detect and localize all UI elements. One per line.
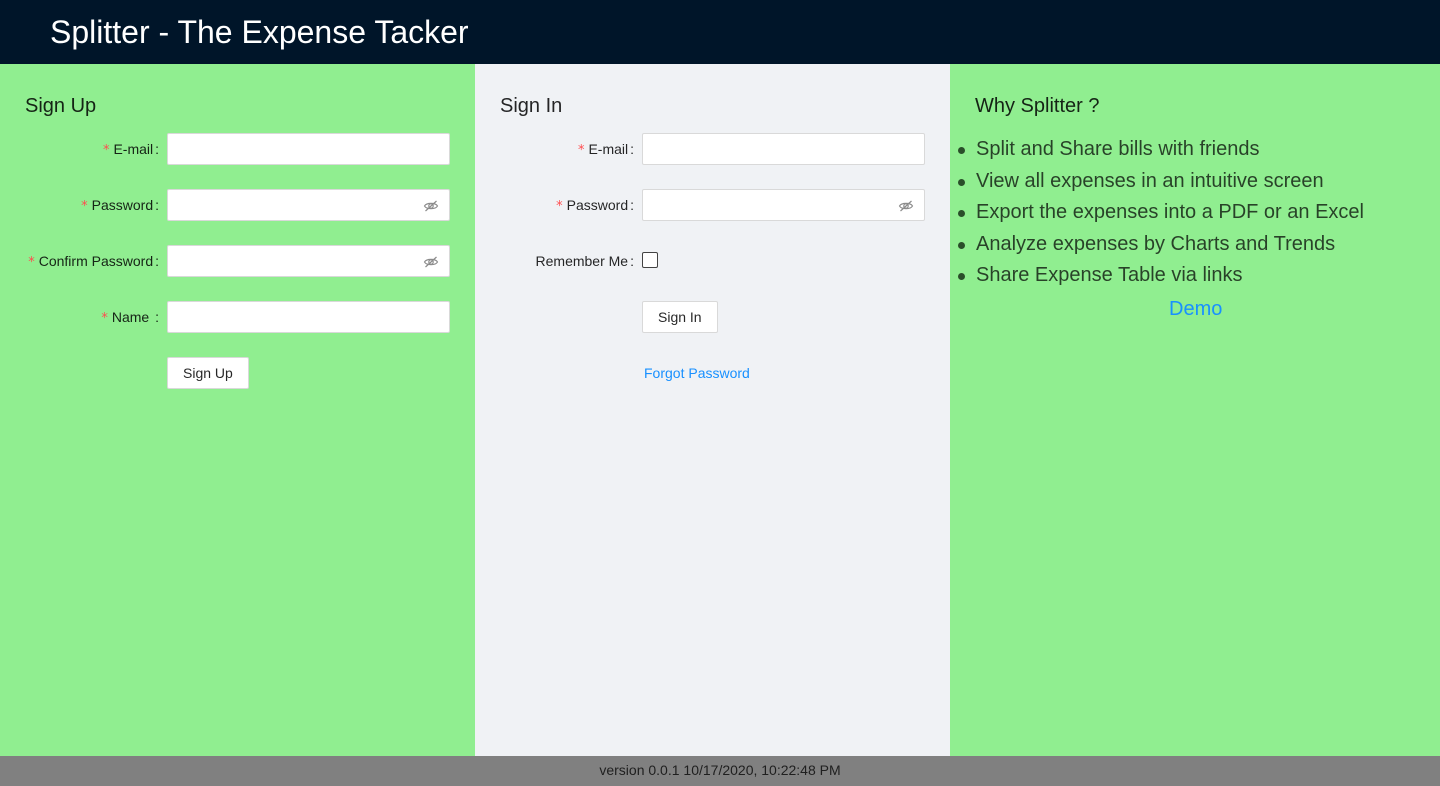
feature-text: View all expenses in an intuitive screen bbox=[976, 169, 1324, 192]
bullet-icon bbox=[958, 273, 965, 280]
signin-email-field[interactable] bbox=[642, 133, 925, 165]
bullet-icon bbox=[958, 147, 965, 154]
required-mark: * bbox=[28, 255, 35, 270]
signin-password-row: * Password: bbox=[475, 189, 950, 221]
bullet-icon bbox=[958, 210, 965, 217]
feature-text: Analyze expenses by Charts and Trends bbox=[976, 232, 1336, 255]
sign-in-button[interactable]: Sign In bbox=[642, 301, 718, 333]
signin-email-row: * E-mail: bbox=[475, 133, 950, 165]
signin-password-input[interactable] bbox=[643, 190, 924, 220]
eye-invisible-icon[interactable] bbox=[898, 198, 914, 214]
why-title: Why Splitter ? bbox=[975, 95, 1100, 117]
remember-me-label: Remember Me: bbox=[535, 253, 634, 269]
label-text: Password bbox=[566, 197, 629, 213]
label-text: Confirm Password bbox=[38, 253, 154, 269]
signup-email-field[interactable] bbox=[167, 133, 450, 165]
list-item: Share Expense Table via links bbox=[950, 260, 1364, 292]
feature-text: Split and Share bills with friends bbox=[976, 138, 1260, 160]
signin-email-input[interactable] bbox=[643, 134, 924, 164]
footer: version 0.0.1 10/17/2020, 10:22:48 PM bbox=[0, 756, 1440, 786]
list-item: Export the expenses into a PDF or an Exc… bbox=[950, 197, 1364, 229]
app-header: Splitter - The Expense Tacker bbox=[0, 0, 1440, 64]
eye-invisible-icon[interactable] bbox=[423, 254, 439, 270]
feature-text: Share Expense Table via links bbox=[976, 264, 1243, 286]
signup-password-row: * Password: bbox=[0, 189, 475, 221]
signup-confirm-password-label: * Confirm Password: bbox=[28, 253, 159, 270]
version-text: version 0.0.1 10/17/2020, 10:22:48 PM bbox=[599, 762, 841, 778]
signup-confirm-password-field[interactable] bbox=[167, 245, 450, 277]
app-title: Splitter - The Expense Tacker bbox=[50, 14, 469, 50]
remember-me-checkbox[interactable] bbox=[642, 252, 658, 268]
label-text: E-mail bbox=[588, 141, 629, 157]
label-text: E-mail bbox=[113, 141, 154, 157]
signup-confirm-password-input[interactable] bbox=[168, 246, 449, 276]
list-item: Split and Share bills with friends bbox=[950, 134, 1364, 166]
signin-email-label: * E-mail: bbox=[577, 141, 634, 158]
signup-email-input[interactable] bbox=[168, 134, 449, 164]
signup-password-field[interactable] bbox=[167, 189, 450, 221]
label-text: Password bbox=[91, 197, 154, 213]
label-text: Name bbox=[111, 309, 150, 325]
signup-name-input[interactable] bbox=[168, 302, 449, 332]
eye-invisible-icon[interactable] bbox=[423, 198, 439, 214]
signup-name-field[interactable] bbox=[167, 301, 450, 333]
why-panel: Why Splitter ? Split and Share bills wit… bbox=[950, 64, 1440, 756]
signup-confirm-password-row: * Confirm Password: bbox=[0, 245, 475, 277]
list-item: View all expenses in an intuitive screen bbox=[950, 166, 1364, 198]
bullet-icon bbox=[958, 178, 965, 186]
forgot-password-link[interactable]: Forgot Password bbox=[644, 365, 750, 381]
signin-password-field[interactable] bbox=[642, 189, 925, 221]
feature-text: Export the expenses into a PDF or an Exc… bbox=[976, 201, 1364, 223]
remember-me-row: Remember Me: bbox=[475, 245, 950, 277]
required-mark: * bbox=[81, 199, 88, 214]
required-mark: * bbox=[101, 311, 108, 326]
label-text: Remember Me bbox=[535, 253, 629, 269]
signup-name-row: * Name : bbox=[0, 301, 475, 333]
signup-password-input[interactable] bbox=[168, 190, 449, 220]
sign-up-button[interactable]: Sign Up bbox=[167, 357, 249, 389]
signup-title: Sign Up bbox=[25, 95, 97, 117]
demo-link[interactable]: Demo bbox=[1169, 298, 1222, 321]
required-mark: * bbox=[102, 143, 110, 158]
required-mark: * bbox=[556, 199, 563, 214]
signup-password-label: * Password: bbox=[81, 197, 159, 214]
feature-list: Split and Share bills with friends View … bbox=[950, 134, 1364, 292]
signup-email-label: * E-mail: bbox=[102, 141, 159, 158]
signin-password-label: * Password: bbox=[556, 197, 634, 214]
signup-email-row: * E-mail: bbox=[0, 133, 475, 165]
signup-name-label: * Name : bbox=[101, 309, 159, 326]
signin-panel: Sign In * E-mail: * Password: Remember Me:… bbox=[475, 64, 950, 756]
signup-panel: Sign Up * E-mail: * Password: * Confirm Pas… bbox=[0, 64, 475, 756]
signin-title: Sign In bbox=[500, 95, 563, 117]
required-mark: * bbox=[577, 143, 585, 158]
list-item: Analyze expenses by Charts and Trends bbox=[950, 229, 1364, 261]
bullet-icon bbox=[958, 241, 965, 249]
